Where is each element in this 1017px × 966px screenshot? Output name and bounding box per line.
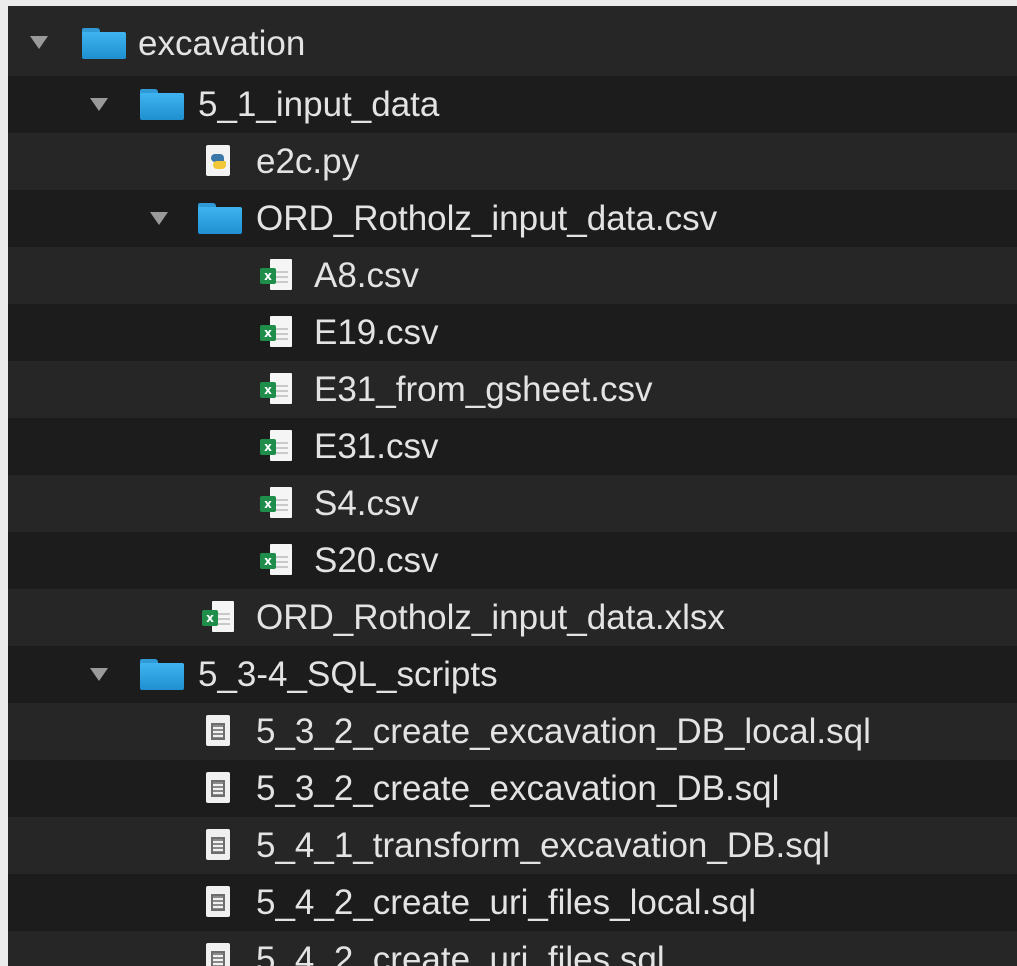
tree-item-ord-rotholz-input-data-csv[interactable]: ORD_Rotholz_input_data.csv: [8, 190, 1017, 247]
tree-item-label: 5_4_2_create_uri_files.sql: [256, 940, 665, 966]
folder-icon: [140, 89, 184, 120]
tree-item-label: ORD_Rotholz_input_data.xlsx: [256, 598, 725, 637]
tree-item-label: ORD_Rotholz_input_data.csv: [256, 199, 718, 238]
tree-item-label: 5_3_2_create_excavation_DB_local.sql: [256, 712, 871, 751]
tree-item-e31-csv[interactable]: x E31.csv: [8, 418, 1017, 475]
tree-item-5_1_input_data[interactable]: 5_1_input_data: [8, 76, 1017, 133]
tree-item-e19-csv[interactable]: x E19.csv: [8, 304, 1017, 361]
sql-file-icon: [206, 943, 230, 966]
file-tree-panel: excavation 5_1_input_data e2c.py ORD_Rot…: [8, 6, 1017, 966]
python-file-icon: [206, 145, 230, 176]
tree-item-5_3_2_create_excavation_db_local-sql[interactable]: 5_3_2_create_excavation_DB_local.sql: [8, 703, 1017, 760]
excel-file-icon: x: [202, 601, 234, 633]
folder-icon: [198, 203, 242, 234]
tree-item-label: excavation: [138, 24, 306, 63]
tree-item-5_3_2_create_excavation_db-sql[interactable]: 5_3_2_create_excavation_DB.sql: [8, 760, 1017, 817]
tree-item-e2c-py[interactable]: e2c.py: [8, 133, 1017, 190]
sql-file-icon: [206, 715, 230, 746]
sql-file-icon: [206, 829, 230, 860]
tree-item-label: 5_3_2_create_excavation_DB.sql: [256, 769, 780, 808]
tree-item-5_4_2_create_uri_files-sql[interactable]: 5_4_2_create_uri_files.sql: [8, 931, 1017, 966]
disclosure-triangle-icon[interactable]: [150, 212, 168, 225]
folder-icon: [140, 659, 184, 690]
tree-item-label: 5_3-4_SQL_scripts: [198, 655, 498, 694]
csv-file-icon: x: [260, 373, 292, 405]
sql-file-icon: [206, 886, 230, 917]
tree-item-ord-rotholz-input-data-xlsx[interactable]: x ORD_Rotholz_input_data.xlsx: [8, 589, 1017, 646]
tree-item-label: 5_1_input_data: [198, 85, 440, 124]
tree-item-e31-from-gsheet-csv[interactable]: x E31_from_gsheet.csv: [8, 361, 1017, 418]
tree-item-a8-csv[interactable]: x A8.csv: [8, 247, 1017, 304]
tree-item-label: E31.csv: [314, 427, 439, 466]
disclosure-triangle-icon[interactable]: [90, 668, 108, 681]
tree-item-label: 5_4_2_create_uri_files_local.sql: [256, 883, 757, 922]
csv-file-icon: x: [260, 544, 292, 576]
csv-file-icon: x: [260, 487, 292, 519]
file-tree: excavation 5_1_input_data e2c.py ORD_Rot…: [8, 6, 1017, 966]
tree-item-label: S4.csv: [314, 484, 420, 523]
tree-item-5_4_2_create_uri_files_local-sql[interactable]: 5_4_2_create_uri_files_local.sql: [8, 874, 1017, 931]
tree-item-excavation[interactable]: excavation: [8, 6, 1017, 76]
csv-file-icon: x: [260, 316, 292, 348]
csv-file-icon: x: [260, 430, 292, 462]
sql-file-icon: [206, 772, 230, 803]
tree-item-label: e2c.py: [256, 142, 360, 181]
disclosure-triangle-icon[interactable]: [30, 36, 48, 49]
tree-item-label: E19.csv: [314, 313, 439, 352]
folder-icon: [82, 28, 126, 59]
csv-file-icon: x: [260, 259, 292, 291]
tree-item-label: 5_4_1_transform_excavation_DB.sql: [256, 826, 830, 865]
tree-item-s20-csv[interactable]: x S20.csv: [8, 532, 1017, 589]
tree-item-label: A8.csv: [314, 256, 420, 295]
tree-item-label: S20.csv: [314, 541, 439, 580]
tree-item-5_4_1_transform_excavation_db-sql[interactable]: 5_4_1_transform_excavation_DB.sql: [8, 817, 1017, 874]
tree-item-s4-csv[interactable]: x S4.csv: [8, 475, 1017, 532]
tree-item-5_3-4_sql_scripts[interactable]: 5_3-4_SQL_scripts: [8, 646, 1017, 703]
tree-item-label: E31_from_gsheet.csv: [314, 370, 653, 409]
disclosure-triangle-icon[interactable]: [90, 98, 108, 111]
